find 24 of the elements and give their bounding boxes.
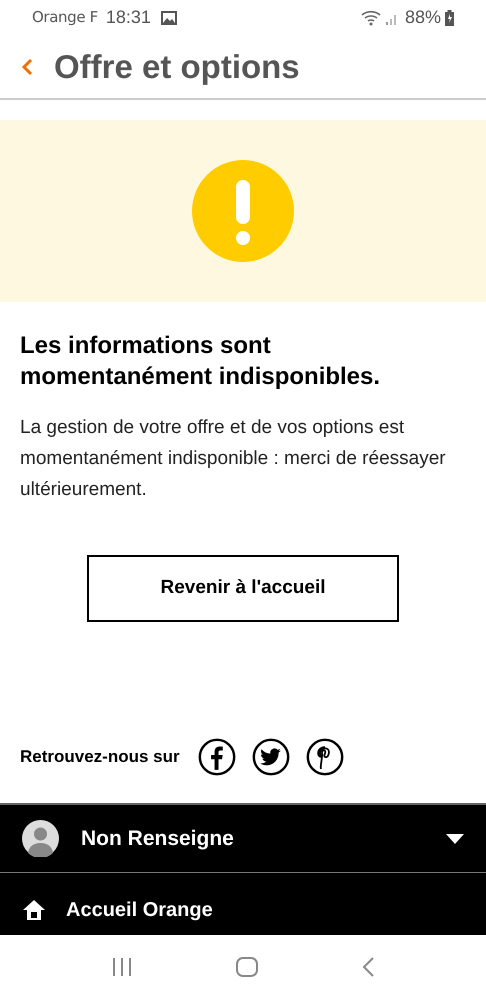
back-nav-icon[interactable] xyxy=(361,956,375,978)
recent-apps-icon[interactable] xyxy=(111,957,133,977)
social-label: Retrouvez-nous sur xyxy=(20,746,180,768)
carrier-name: Orange F xyxy=(32,7,98,28)
error-message: La gestion de votre offre et de vos options est momentanément indisponible : merci de réessayer ultérieurement. xyxy=(20,416,447,502)
error-heading: Les informations sont momentanément indisponibles. xyxy=(20,331,382,392)
image-icon xyxy=(160,10,177,24)
home-button[interactable]: Revenir à l'accueil xyxy=(87,555,399,622)
pinterest-icon[interactable] xyxy=(306,738,344,776)
page-title: Offre et options xyxy=(54,46,300,87)
twitter-icon[interactable] xyxy=(252,738,290,776)
menu-item[interactable]: Accueil Orange xyxy=(0,873,486,925)
avatar-icon xyxy=(22,820,59,857)
back-icon xyxy=(21,58,33,76)
home-nav-icon[interactable] xyxy=(235,956,259,978)
facebook-icon[interactable] xyxy=(198,738,236,776)
wifi-icon xyxy=(360,8,383,26)
battery-percent: 88% xyxy=(404,6,441,29)
dropdown-caret-icon xyxy=(446,832,464,844)
battery-icon xyxy=(445,10,454,26)
user-menu-item[interactable]: Non Renseigne xyxy=(0,805,486,873)
clock-time: 18:31 xyxy=(106,6,151,29)
home-icon xyxy=(22,899,46,921)
warning-icon xyxy=(192,160,294,262)
